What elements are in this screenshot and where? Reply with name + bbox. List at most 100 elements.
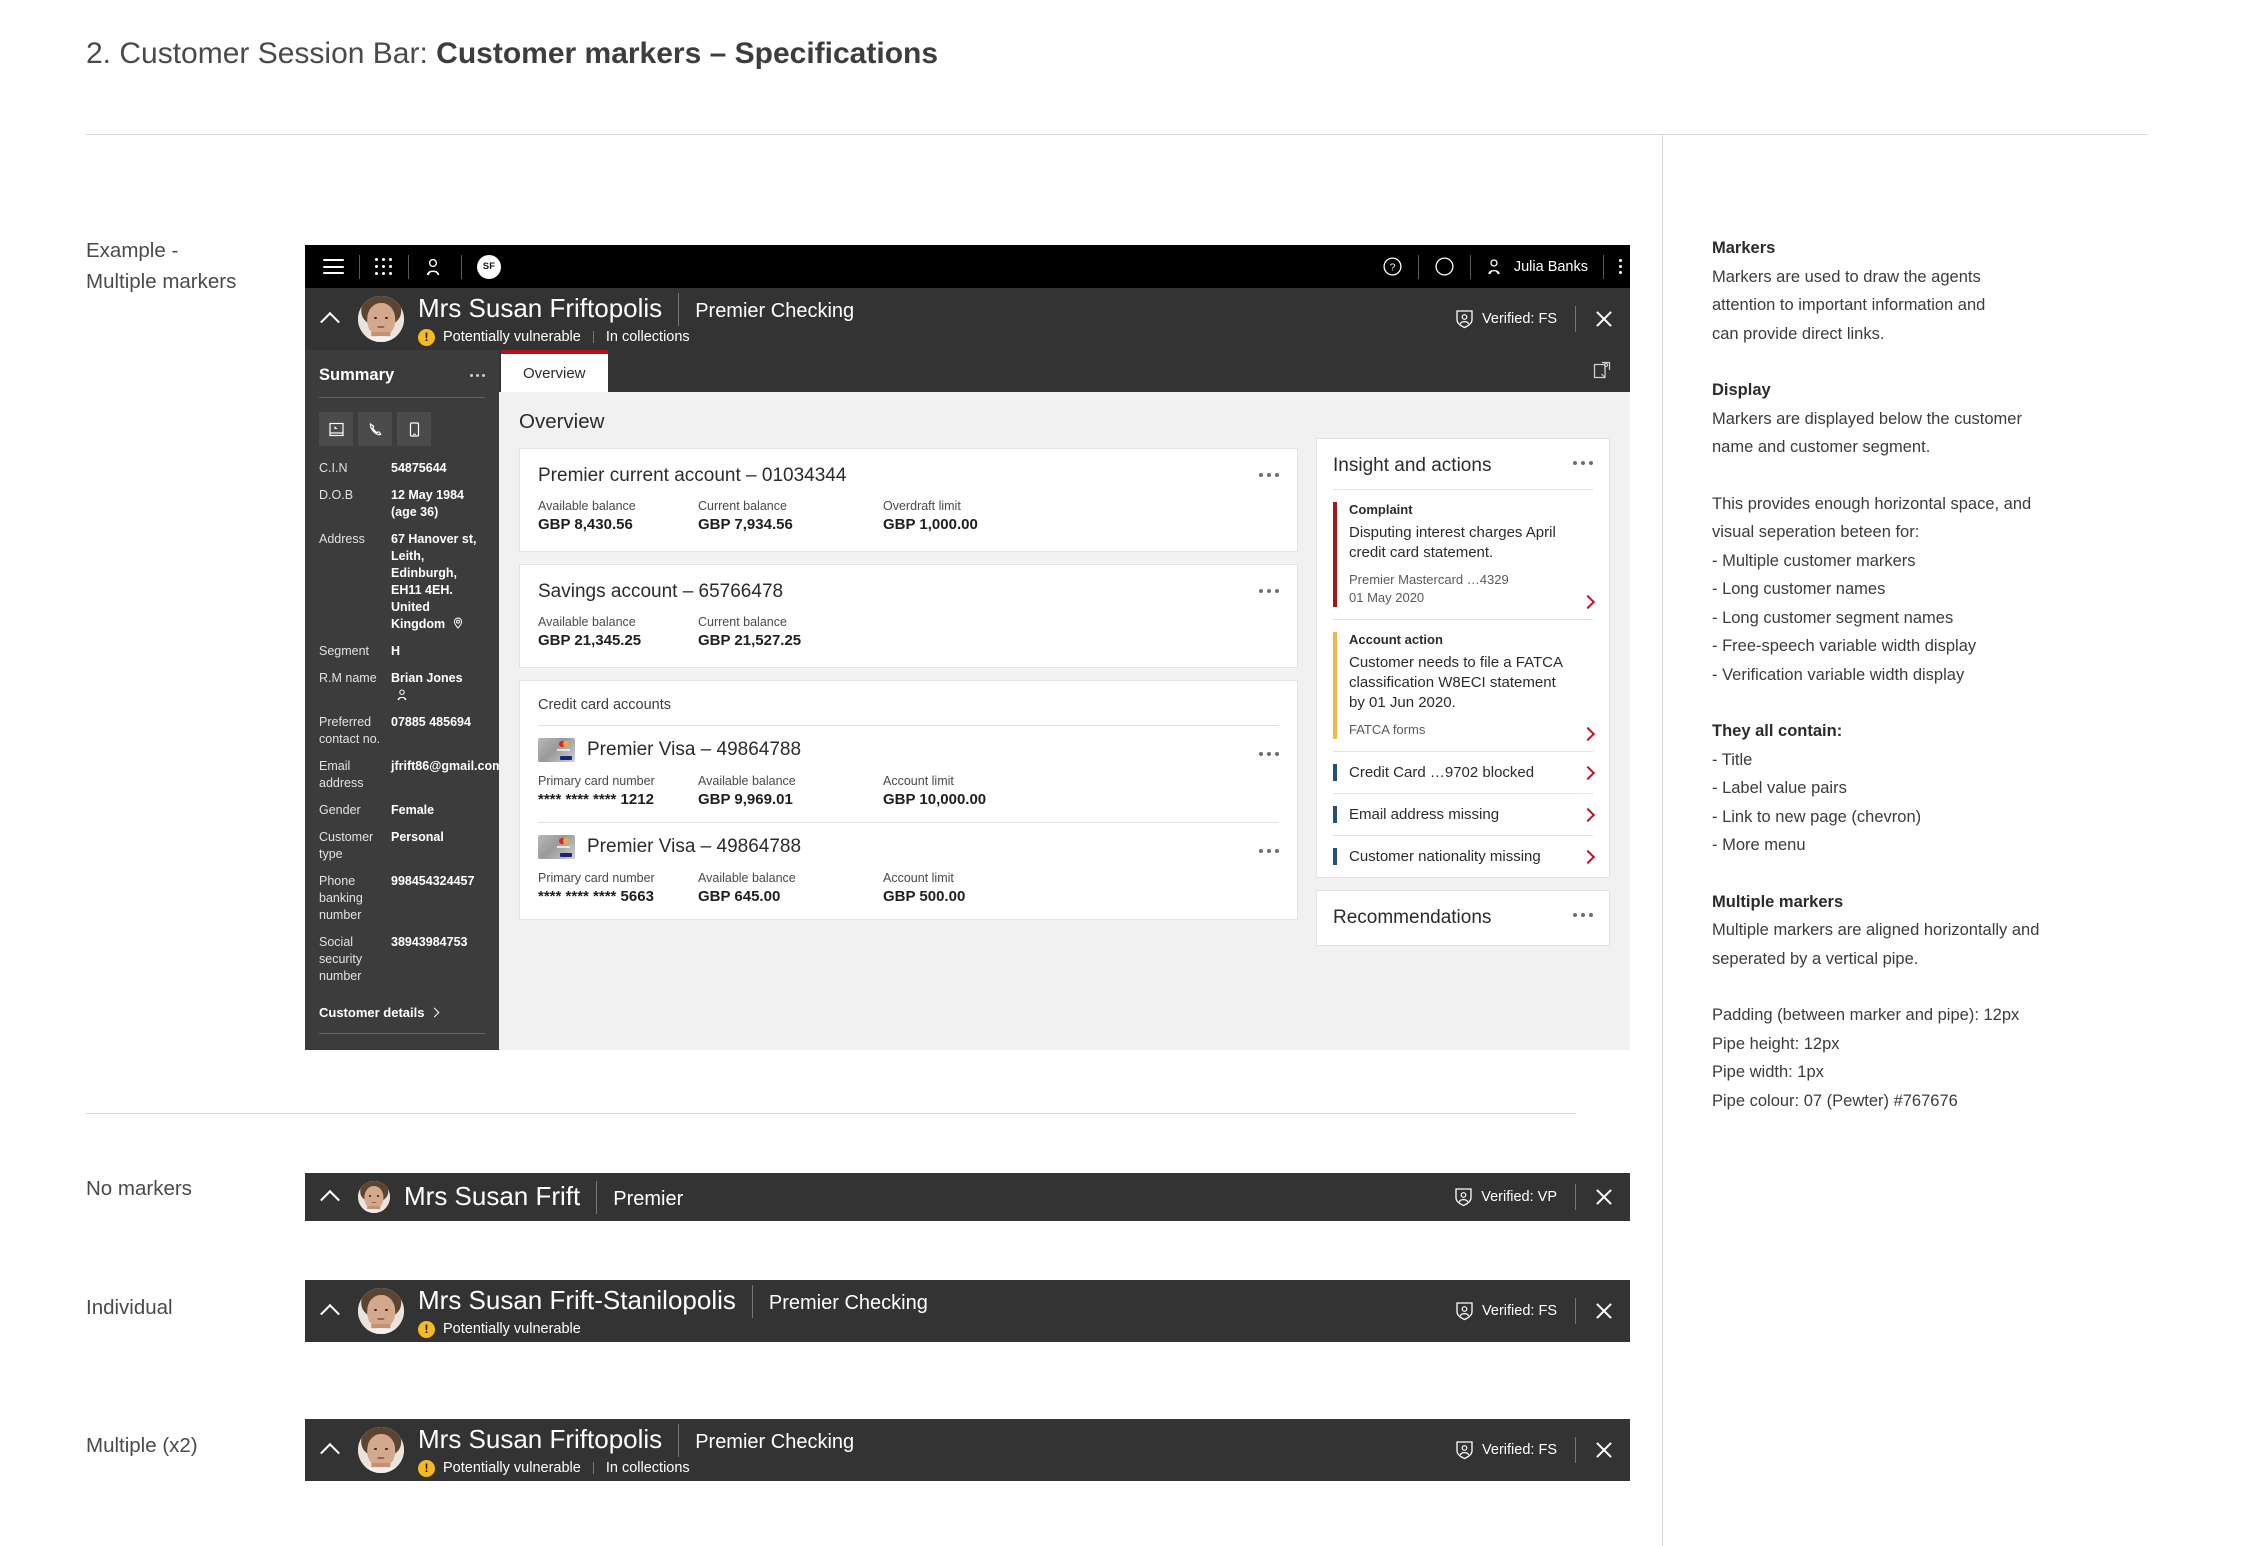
chevron-right-icon[interactable] bbox=[1581, 765, 1595, 779]
marker-collections[interactable]: In collections bbox=[606, 329, 690, 345]
name-segment-pipe bbox=[678, 1424, 679, 1457]
account-card[interactable]: Premier current account – 01034344 Avail… bbox=[519, 448, 1298, 552]
summary-row-value: jfrift86@gmail.com bbox=[391, 758, 503, 792]
insight-item[interactable]: Complaint Disputing interest charges Apr… bbox=[1317, 490, 1609, 619]
mobile-icon[interactable] bbox=[397, 412, 431, 446]
spec-line: - Verification variable width display bbox=[1712, 661, 2112, 690]
kebab-menu-icon[interactable] bbox=[1619, 259, 1622, 274]
collapse-session-button[interactable] bbox=[305, 288, 354, 350]
export-note-icon[interactable] bbox=[1592, 361, 1612, 382]
chevron-right-icon[interactable] bbox=[1581, 727, 1595, 741]
marker-vulnerable[interactable]: ! Potentially vulnerable bbox=[418, 1460, 581, 1477]
marker-vulnerable[interactable]: ! Potentially vulnerable bbox=[418, 1321, 581, 1338]
field-value: GBP 500.00 bbox=[883, 888, 965, 905]
spec-line: visual seperation beteen for: bbox=[1712, 518, 2112, 547]
insight-and-actions-card: Insight and actions Complaint Disputing … bbox=[1316, 438, 1610, 878]
kebab-menu-icon[interactable] bbox=[1259, 581, 1279, 593]
marker-collections[interactable]: In collections bbox=[606, 1460, 690, 1476]
collapse-session-button[interactable] bbox=[305, 1173, 354, 1221]
close-icon[interactable] bbox=[1594, 1187, 1614, 1207]
chevron-right-icon[interactable] bbox=[1581, 849, 1595, 863]
status-circle-icon[interactable] bbox=[1434, 256, 1455, 277]
current-user[interactable]: Julia Banks bbox=[1486, 258, 1588, 276]
insight-item[interactable]: Customer nationality missing bbox=[1317, 836, 1609, 877]
credit-card-title: Premier Visa – 49864788 bbox=[587, 836, 801, 858]
spec-line: Pipe colour: 07 (Pewter) #767676 bbox=[1712, 1087, 2112, 1116]
field: Available balance GBP 9,969.01 bbox=[698, 774, 883, 808]
agent-icon[interactable] bbox=[424, 257, 446, 277]
overview-content: Overview Premier current account – 01034… bbox=[499, 392, 1630, 1050]
tab-bar: Overview bbox=[499, 350, 1630, 392]
help-icon[interactable]: ? bbox=[1382, 256, 1403, 277]
insight-description: Credit Card …9702 blocked bbox=[1349, 764, 1575, 781]
avatar[interactable] bbox=[358, 296, 404, 342]
kebab-menu-icon[interactable] bbox=[1259, 841, 1279, 853]
session-bar-main: Mrs Susan Frift-Stanilopolis Premier Che… bbox=[404, 1280, 928, 1342]
credit-card-row[interactable]: Premier Visa – 49864788 Primary card num… bbox=[520, 823, 1297, 919]
insight-meta: Premier Mastercard …4329 01 May 2020 bbox=[1349, 571, 1575, 607]
summary-row-value: Female bbox=[391, 802, 434, 819]
avatar-wrap bbox=[354, 288, 404, 350]
collapse-session-button[interactable] bbox=[305, 1280, 354, 1342]
marker-label: Potentially vulnerable bbox=[443, 329, 581, 345]
field-value: GBP 9,969.01 bbox=[698, 791, 883, 808]
session-bar-no-markers: Mrs Susan Frift Premier Verified: VP bbox=[305, 1173, 1630, 1221]
session-bar-right: Verified: FS bbox=[1455, 1419, 1630, 1481]
chevron-right-icon[interactable] bbox=[1581, 807, 1595, 821]
marker-vulnerable[interactable]: ! Potentially vulnerable bbox=[418, 329, 581, 346]
insight-meta: FATCA forms bbox=[1349, 721, 1575, 739]
chevron-right-icon[interactable] bbox=[1581, 595, 1595, 609]
app-grid-icon[interactable] bbox=[375, 258, 393, 276]
close-icon[interactable] bbox=[1594, 1440, 1614, 1460]
insight-category: Complaint bbox=[1349, 502, 1575, 517]
credit-card-row[interactable]: Premier Visa – 49864788 Primary card num… bbox=[520, 726, 1297, 822]
insight-item[interactable]: Credit Card …9702 blocked bbox=[1317, 752, 1609, 793]
spec-section: Multiple markers Multiple markers are al… bbox=[1712, 888, 2112, 974]
close-icon[interactable] bbox=[1594, 1301, 1614, 1321]
avatar[interactable] bbox=[358, 1181, 390, 1213]
card-thumbnail-icon bbox=[538, 835, 575, 859]
summary-row-value: 67 Hanover st, Leith, Edinburgh, EH11 4E… bbox=[391, 531, 485, 633]
tab-overview[interactable]: Overview bbox=[501, 350, 608, 392]
hamburger-icon[interactable] bbox=[323, 259, 344, 274]
avatar[interactable] bbox=[358, 1427, 404, 1473]
credit-cards-header: Credit card accounts bbox=[520, 681, 1297, 725]
kebab-menu-icon[interactable] bbox=[1259, 744, 1279, 756]
field: Account limit GBP 500.00 bbox=[883, 871, 965, 905]
summary-row-value: 54875644 bbox=[391, 460, 447, 477]
customer-details-link[interactable]: Customer details bbox=[305, 995, 499, 1020]
summary-row: Phone banking number998454324457 bbox=[319, 873, 485, 924]
insight-item[interactable]: Account action Customer needs to file a … bbox=[1317, 620, 1609, 751]
insight-item[interactable]: Email address missing bbox=[1317, 794, 1609, 835]
spec-heading: They all contain: bbox=[1712, 717, 2112, 746]
summary-row: GenderFemale bbox=[319, 802, 485, 819]
summary-row: Customer typePersonal bbox=[319, 829, 485, 863]
note-icon[interactable] bbox=[319, 412, 353, 446]
name-segment-pipe bbox=[596, 1181, 597, 1214]
collapse-session-button[interactable] bbox=[305, 1419, 354, 1481]
kebab-menu-icon[interactable] bbox=[470, 374, 485, 377]
summary-row-value: H bbox=[391, 643, 400, 660]
agent-icon[interactable] bbox=[396, 689, 410, 701]
phone-icon[interactable] bbox=[358, 412, 392, 446]
kebab-menu-icon[interactable] bbox=[1573, 907, 1593, 917]
verified-badge: Verified: VP bbox=[1454, 1187, 1557, 1207]
app-body: Summary C.I.N54875644 bbox=[305, 350, 1630, 1050]
divider bbox=[1575, 1437, 1576, 1463]
spec-line: Pipe height: 12px bbox=[1712, 1030, 2112, 1059]
location-pin-icon[interactable] bbox=[452, 617, 464, 629]
customer-markers: ! Potentially vulnerable In collections bbox=[418, 329, 854, 346]
avatar[interactable]: SF bbox=[477, 255, 501, 279]
summary-row: Preferred contact no.07885 485694 bbox=[319, 714, 485, 748]
kebab-menu-icon[interactable] bbox=[1573, 455, 1593, 465]
verified-badge: Verified: FS bbox=[1455, 309, 1557, 329]
avatar[interactable] bbox=[358, 1288, 404, 1334]
tab-tools bbox=[1592, 350, 1630, 392]
account-card[interactable]: Savings account – 65766478 Available bal… bbox=[519, 564, 1298, 668]
field-label: Current balance bbox=[698, 499, 883, 513]
summary-row: R.M name Brian Jones bbox=[319, 670, 485, 704]
divider bbox=[1418, 255, 1419, 279]
kebab-menu-icon[interactable] bbox=[1259, 465, 1279, 477]
close-icon[interactable] bbox=[1594, 309, 1614, 329]
chevron-right-icon bbox=[430, 1008, 440, 1018]
